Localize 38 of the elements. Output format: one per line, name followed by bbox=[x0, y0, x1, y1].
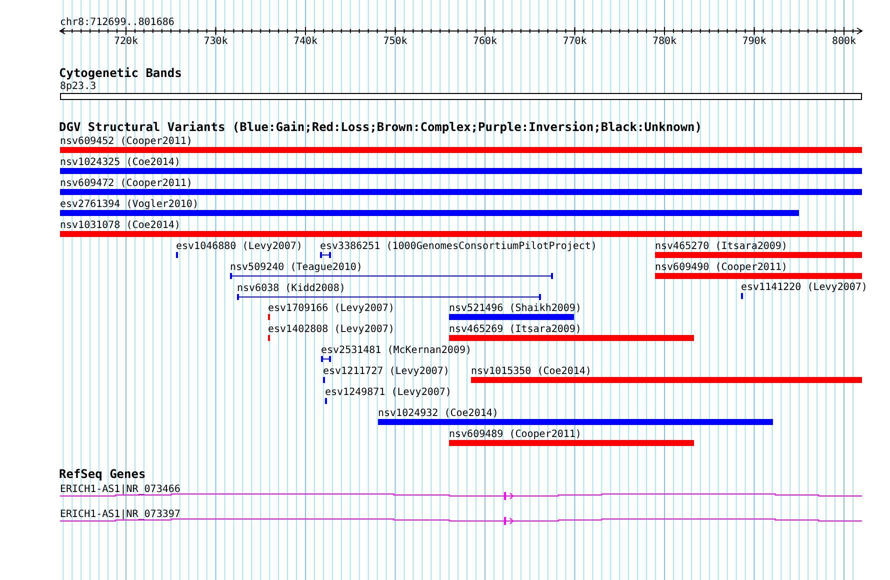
variant-label: nsv609452 (Cooper2011) bbox=[60, 136, 192, 147]
tick-label: 740k bbox=[293, 36, 318, 47]
track-title: RefSeq Genes bbox=[59, 467, 146, 481]
tick-label: 800k bbox=[832, 36, 856, 47]
tick-label: 790k bbox=[742, 36, 766, 47]
tick-label: 750k bbox=[383, 36, 408, 47]
variant-label: nsv6038 (Kidd2008) bbox=[237, 283, 346, 294]
variant-label: esv2761394 (Vogler2010) bbox=[60, 199, 198, 210]
variant-label: nsv465270 (Itsara2009) bbox=[655, 241, 788, 252]
variant-label: esv1402808 (Levy2007) bbox=[268, 324, 394, 335]
variant-label: nsv521496 (Shaikh2009) bbox=[449, 303, 582, 314]
variant-label: esv1709166 (Levy2007) bbox=[268, 303, 394, 314]
tick-label: 780k bbox=[652, 36, 677, 47]
gene-label: ERICH1-AS1|NR_073466 bbox=[60, 484, 180, 495]
variant-label: nsv465269 (Itsara2009) bbox=[449, 324, 582, 335]
variant-label: nsv609489 (Cooper2011) bbox=[449, 429, 582, 440]
variant-label: esv2531481 (McKernan2009) bbox=[321, 345, 472, 356]
variant-label: nsv509240 (Teague2010) bbox=[230, 262, 362, 273]
variant-label: nsv609472 (Cooper2011) bbox=[60, 178, 192, 189]
tick-label: 770k bbox=[562, 36, 587, 47]
location-label: chr8:712699..801686 bbox=[60, 17, 174, 28]
variant-label: esv1046880 (Levy2007) bbox=[176, 241, 302, 252]
band-label: 8p23.3 bbox=[60, 81, 96, 92]
variant-label: nsv1015350 (Coe2014) bbox=[471, 366, 592, 377]
track-title: Cytogenetic Bands bbox=[59, 66, 182, 80]
gene-label: ERICH1-AS1|NR_073397 bbox=[60, 509, 180, 520]
variant-label: nsv1031078 (Coe2014) bbox=[60, 220, 180, 231]
variant-label: esv1141220 (Levy2007) bbox=[741, 282, 868, 293]
tick-label: 760k bbox=[472, 36, 498, 47]
variant-label: nsv609490 (Cooper2011) bbox=[655, 262, 788, 273]
tick-label: 720k bbox=[114, 36, 138, 47]
track-title: DGV Structural Variants (Blue:Gain;Red:Loss;Brown:Complex;Purple:Inversion;Black:Unknown) bbox=[59, 120, 702, 134]
variant-label: nsv1024932 (Coe2014) bbox=[378, 408, 498, 419]
variant-label: nsv1024325 (Coe2014) bbox=[60, 157, 180, 168]
tick-label: 730k bbox=[204, 36, 228, 47]
variant-label: esv1249871 (Levy2007) bbox=[325, 387, 452, 398]
variant-label: esv3386251 (1000GenomesConsortiumPilotProject) bbox=[320, 241, 597, 252]
variant-label: esv1211727 (Levy2007) bbox=[323, 366, 450, 377]
